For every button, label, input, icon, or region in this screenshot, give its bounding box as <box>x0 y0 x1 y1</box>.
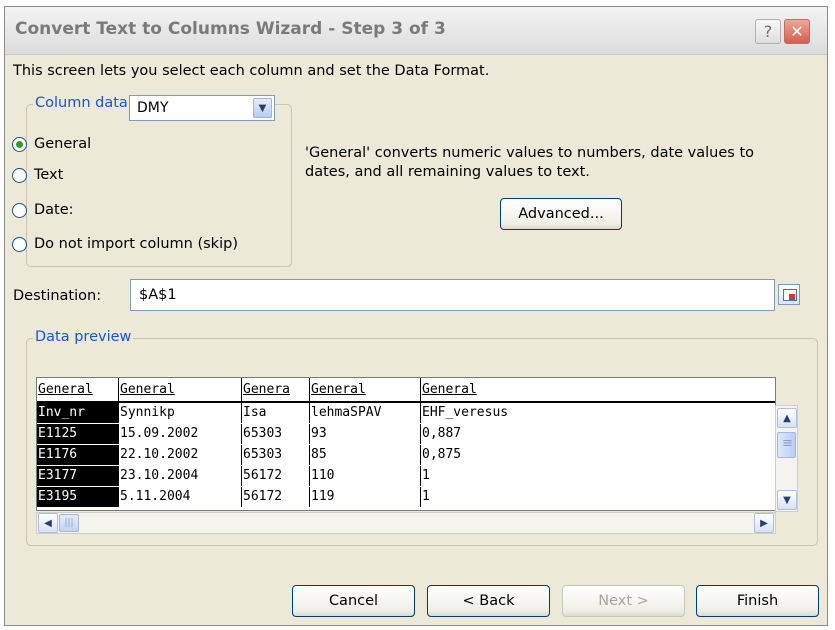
close-button[interactable]: ✕ <box>784 19 810 44</box>
date-format-value: DMY <box>137 100 169 116</box>
destination-input[interactable]: $A$1 <box>130 279 775 311</box>
back-button[interactable]: < Back <box>427 585 550 617</box>
chevron-down-icon[interactable]: ▼ <box>253 98 272 118</box>
preview-cell[interactable]: Isa <box>242 403 310 423</box>
preview-cell[interactable]: 15.09.2002 <box>119 424 242 444</box>
preview-cell[interactable]: 22.10.2002 <box>119 445 242 465</box>
column-header[interactable]: General <box>37 378 119 401</box>
preview-cell[interactable]: 56172 <box>242 466 310 486</box>
column-header[interactable]: General <box>119 378 242 401</box>
radio-general[interactable]: General <box>12 136 91 152</box>
preview-cell[interactable]: lehmaSPAV <box>310 403 421 423</box>
column-header[interactable]: General <box>421 378 775 401</box>
radio-skip-dot[interactable] <box>12 236 27 252</box>
preview-cell[interactable]: 65303 <box>242 424 310 444</box>
title-bar: Convert Text to Columns Wizard - Step 3 … <box>5 7 827 55</box>
next-button[interactable]: Next > <box>562 585 685 617</box>
radio-text-dot[interactable] <box>12 167 27 183</box>
preview-cell[interactable]: 85 <box>310 445 421 465</box>
vertical-scrollbar[interactable]: ▲ ▼ <box>775 405 798 512</box>
radio-date[interactable]: Date: <box>12 202 74 218</box>
preview-cell[interactable]: 110 <box>310 466 421 486</box>
preview-cell[interactable]: EHF_veresus <box>421 403 775 423</box>
radio-general-dot[interactable] <box>12 136 27 152</box>
finish-button[interactable]: Finish <box>696 585 819 617</box>
vertical-scroll-thumb[interactable] <box>777 432 796 458</box>
preview-cell[interactable]: 119 <box>310 487 421 507</box>
preview-cell[interactable]: 56172 <box>242 487 310 507</box>
radio-date-label: Date: <box>34 202 74 218</box>
advanced-button[interactable]: Advanced... <box>500 198 622 230</box>
preview-cell[interactable]: 65303 <box>242 445 310 465</box>
preview-cell[interactable]: 5.11.2004 <box>119 487 242 507</box>
preview-cell[interactable]: Synnikp <box>119 403 242 423</box>
scroll-up-icon[interactable]: ▲ <box>777 408 797 428</box>
radio-skip[interactable]: Do not import column (skip) <box>12 236 238 252</box>
date-format-select[interactable]: DMY ▼ <box>129 95 275 121</box>
collapse-dialog-icon[interactable] <box>778 284 800 305</box>
radio-text[interactable]: Text <box>12 167 63 183</box>
radio-text-label: Text <box>34 167 64 183</box>
radio-date-dot[interactable] <box>12 202 27 218</box>
scroll-left-icon[interactable]: ◀ <box>38 513 58 533</box>
preview-cell[interactable]: E3195 <box>37 487 119 507</box>
column-header[interactable]: General <box>310 378 421 401</box>
radio-skip-label: Do not import column (skip) <box>34 236 238 252</box>
data-preview-grid[interactable]: General General Genera General General I… <box>36 377 776 511</box>
preview-cell[interactable]: Inv_nr <box>37 403 119 423</box>
preview-cell[interactable]: 23.10.2004 <box>119 466 242 486</box>
preview-cell[interactable]: E1125 <box>37 424 119 444</box>
scroll-right-icon[interactable]: ▶ <box>754 513 774 533</box>
preview-cell[interactable]: 1 <box>421 487 775 507</box>
data-preview-label: Data preview <box>33 329 134 345</box>
preview-cell[interactable]: 0,887 <box>421 424 775 444</box>
format-description: 'General' converts numeric values to num… <box>305 145 754 180</box>
window-title: Convert Text to Columns Wizard - Step 3 … <box>15 19 446 39</box>
cancel-button[interactable]: Cancel <box>292 585 415 617</box>
preview-cell[interactable]: 0,875 <box>421 445 775 465</box>
destination-label: Destination: <box>13 288 102 304</box>
horizontal-scrollbar[interactable]: ◀ ||| ▶ <box>36 512 776 534</box>
preview-cell[interactable]: 93 <box>310 424 421 444</box>
help-button[interactable]: ? <box>755 19 781 44</box>
radio-general-label: General <box>34 136 92 152</box>
preview-cell[interactable]: E1176 <box>37 445 119 465</box>
intro-text: This screen lets you select each column … <box>13 63 490 79</box>
column-header[interactable]: Genera <box>242 378 310 401</box>
preview-cell[interactable]: E3177 <box>37 466 119 486</box>
preview-cell[interactable]: 1 <box>421 466 775 486</box>
horizontal-scroll-thumb[interactable]: ||| <box>59 514 79 532</box>
scroll-down-icon[interactable]: ▼ <box>777 490 797 510</box>
